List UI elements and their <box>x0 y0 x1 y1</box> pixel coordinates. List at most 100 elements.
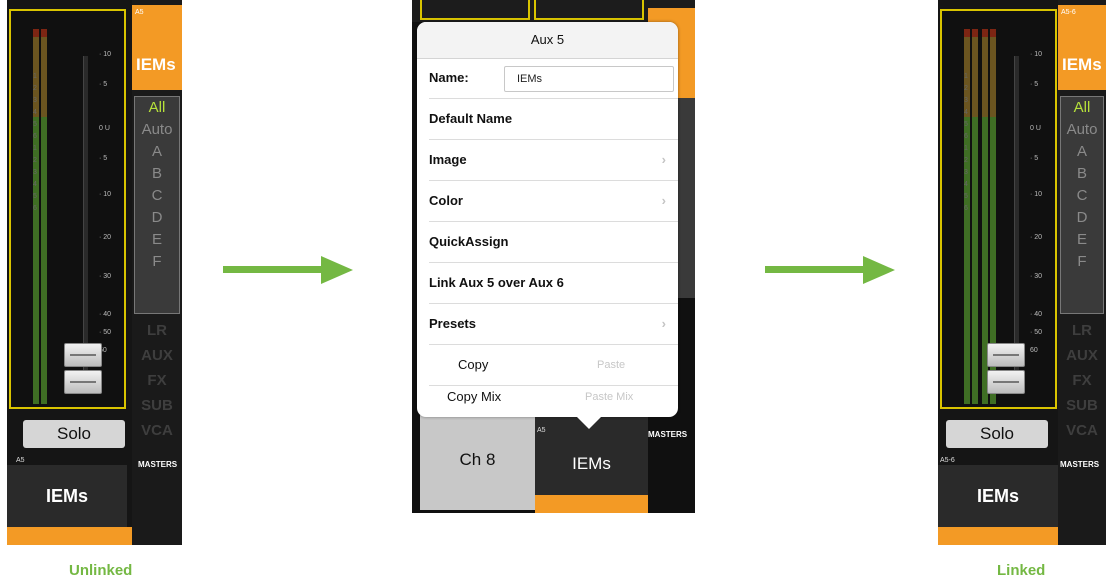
aux-options-popover: Aux 5 Name: IEMs Default Name Image › Co… <box>417 22 678 417</box>
masters-label: MASTERS <box>1060 460 1100 469</box>
presets-row[interactable]: Presets › <box>429 304 678 345</box>
right-channel-strip: · 10 · 5 0 U · 5 · 10 · 20 · 30 · 40 · 5… <box>938 0 1106 545</box>
filter-auto[interactable]: Auto <box>135 119 179 141</box>
color-row[interactable]: Color › <box>429 181 678 222</box>
filter-f[interactable]: F <box>135 251 179 273</box>
meter-channel-numbers: 1 2 3 4 5 6 1 2 3 4 5 6 <box>964 71 974 215</box>
aux-id-label: A5 <box>135 9 144 16</box>
filter-c[interactable]: C <box>1061 185 1103 207</box>
category-fx[interactable]: FX <box>1060 368 1104 393</box>
fader-knob[interactable] <box>987 370 1025 394</box>
meter-number: 4 <box>33 181 37 188</box>
meter-fader-area[interactable]: · 10 · 5 0 U · 5 · 10 · 20 · 30 · 40 · 5… <box>9 9 126 409</box>
row-label: Color <box>429 193 463 208</box>
category-vca[interactable]: VCA <box>1060 418 1104 443</box>
meter-number: 6 <box>964 205 968 212</box>
meter-number: 1 <box>33 73 37 80</box>
name-input[interactable]: IEMs <box>504 66 674 92</box>
filter-f[interactable]: F <box>1061 251 1103 273</box>
category-list: LR AUX FX SUB VCA <box>134 318 180 443</box>
filter-e[interactable]: E <box>135 229 179 251</box>
paste-mix-button[interactable]: Paste Mix <box>585 377 633 417</box>
copy-mix-button[interactable]: Copy Mix <box>447 377 501 417</box>
row-label: Presets <box>429 316 476 331</box>
row-label: Link Aux 5 over Aux 6 <box>429 275 564 290</box>
meter-number: 2 <box>964 157 968 164</box>
filter-c[interactable]: C <box>135 185 179 207</box>
category-lr[interactable]: LR <box>1060 318 1104 343</box>
meter-number: 2 <box>33 157 37 164</box>
meter-number: 4 <box>964 181 968 188</box>
meter-number: 6 <box>33 133 37 140</box>
selected-aux-tile[interactable]: A5 IEMs <box>132 5 182 90</box>
fader-track[interactable] <box>1014 56 1019 376</box>
category-aux[interactable]: AUX <box>134 343 180 368</box>
arrow-head-icon <box>863 256 895 284</box>
link-aux-row[interactable]: Link Aux 5 over Aux 6 <box>429 263 678 304</box>
channel-id: A5-6 <box>940 457 955 464</box>
quickassign-row[interactable]: QuickAssign <box>429 222 678 263</box>
category-aux[interactable]: AUX <box>1060 343 1104 368</box>
name-label: Name: <box>429 70 469 85</box>
channel-id: A5 <box>16 457 25 464</box>
filter-b[interactable]: B <box>1061 163 1103 185</box>
meter-number: 4 <box>33 109 37 116</box>
masters-label: MASTERS <box>138 460 178 469</box>
fader-knob[interactable] <box>987 343 1025 367</box>
meter-number: 5 <box>33 121 37 128</box>
category-lr[interactable]: LR <box>134 318 180 343</box>
filter-a[interactable]: A <box>1061 141 1103 163</box>
channel-name[interactable]: IEMs <box>7 465 127 527</box>
caption-linked: Linked <box>997 562 1046 579</box>
filter-a[interactable]: A <box>135 141 179 163</box>
caption-unlinked: Unlinked <box>69 562 133 579</box>
filter-auto[interactable]: Auto <box>1061 119 1103 141</box>
arrow-right-icon <box>765 266 865 273</box>
meter-number: 3 <box>33 169 37 176</box>
fader-track[interactable] <box>83 56 88 376</box>
aux-name-label: IEMs <box>136 55 176 74</box>
popover-pointer <box>576 416 602 429</box>
row-label: QuickAssign <box>429 234 509 249</box>
fader-knob[interactable] <box>64 343 102 367</box>
filter-list: All Auto A B C D E F <box>134 96 180 314</box>
bank-selector: A5-6 IEMs All Auto A B C D E F LR AUX FX… <box>1058 0 1106 545</box>
meter-channel-numbers: 1 2 3 4 5 6 1 2 3 4 5 6 <box>33 71 43 215</box>
category-sub[interactable]: SUB <box>134 393 180 418</box>
selected-aux-tile[interactable]: A5-6 IEMs <box>1058 5 1106 90</box>
solo-button[interactable]: Solo <box>946 420 1048 448</box>
filter-list: All Auto A B C D E F <box>1060 96 1104 314</box>
category-vca[interactable]: VCA <box>134 418 180 443</box>
chevron-right-icon: › <box>661 316 666 331</box>
left-channel-strip: · 10 · 5 0 U · 5 · 10 · 20 · 30 · 40 · 5… <box>7 0 182 545</box>
channel-name[interactable]: IEMs <box>938 465 1058 527</box>
solo-button[interactable]: Solo <box>23 420 125 448</box>
image-row[interactable]: Image › <box>429 140 678 181</box>
meter-number: 5 <box>964 193 968 200</box>
copy-mix-row: Copy Mix Paste Mix <box>429 377 678 417</box>
meter-number: 4 <box>964 109 968 116</box>
default-name-row[interactable]: Default Name <box>429 99 678 140</box>
category-fx[interactable]: FX <box>134 368 180 393</box>
filter-d[interactable]: D <box>1061 207 1103 229</box>
filter-all[interactable]: All <box>1061 97 1103 119</box>
channel-tile-ch8[interactable]: Ch 8 <box>420 415 535 510</box>
filter-b[interactable]: B <box>135 163 179 185</box>
meter-number: 1 <box>33 145 37 152</box>
meter-number: 6 <box>33 205 37 212</box>
meter-number: 3 <box>964 169 968 176</box>
fader-knob[interactable] <box>64 370 102 394</box>
filter-d[interactable]: D <box>135 207 179 229</box>
meter-number: 5 <box>964 121 968 128</box>
category-sub[interactable]: SUB <box>1060 393 1104 418</box>
filter-all[interactable]: All <box>135 97 179 119</box>
meter-number: 6 <box>964 133 968 140</box>
aux-id-label: A5-6 <box>1061 9 1076 16</box>
bank-selector: A5 IEMs All Auto A B C D E F LR AUX FX S… <box>132 0 182 545</box>
meter-fader-area[interactable]: · 10 · 5 0 U · 5 · 10 · 20 · 30 · 40 · 5… <box>940 9 1057 409</box>
meter-number: 1 <box>964 145 968 152</box>
row-label: Default Name <box>429 111 513 126</box>
row-label: Image <box>429 152 467 167</box>
filter-e[interactable]: E <box>1061 229 1103 251</box>
chevron-right-icon: › <box>661 152 666 167</box>
